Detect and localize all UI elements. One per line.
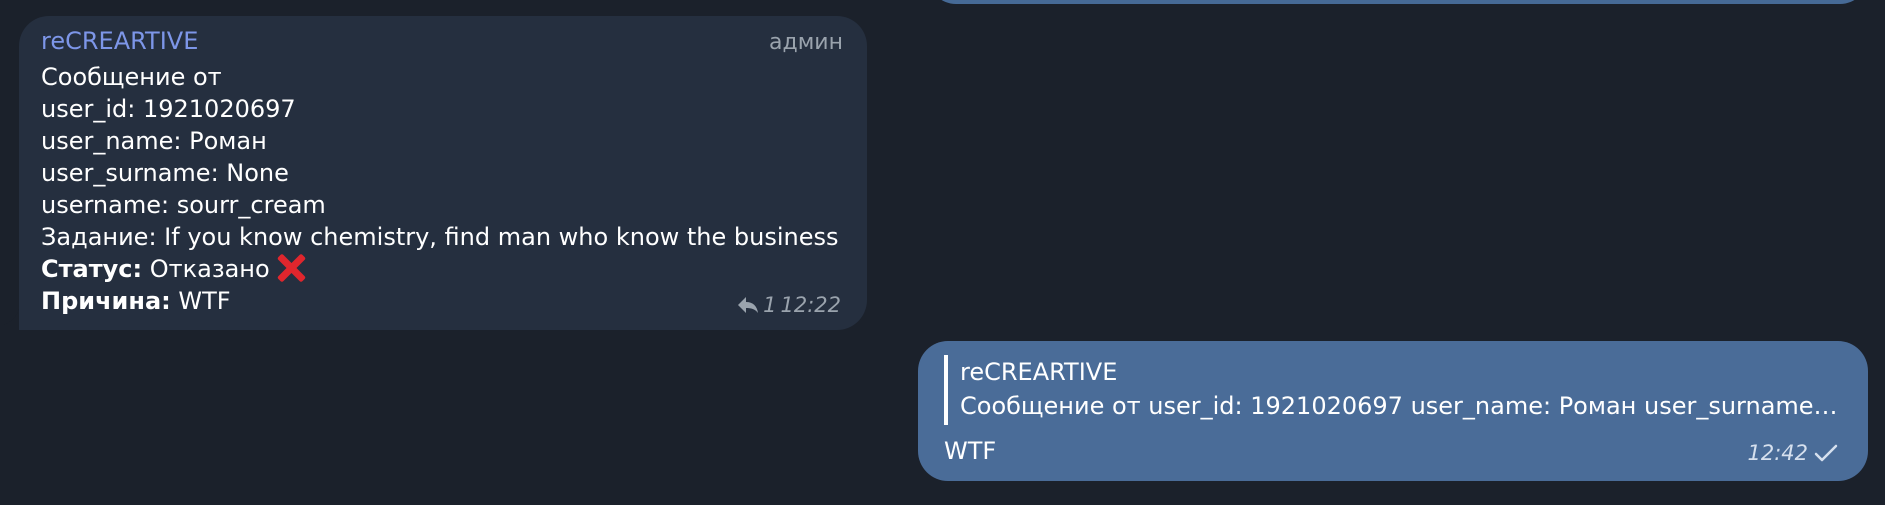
reply-count[interactable]: 1: [763, 293, 776, 317]
cross-mark-icon: [276, 253, 306, 283]
message-line: user_surname: None: [41, 159, 289, 187]
incoming-message-bubble[interactable]: reCREARTIVE админ Сообщение от user_id: …: [19, 16, 867, 330]
status-line: Статус: Отказано: [41, 253, 839, 285]
message-text: Сообщение от user_id: 1921020697 user_na…: [41, 61, 839, 317]
outgoing-message-text: WTF: [944, 437, 997, 465]
sender-role-badge: админ: [769, 30, 843, 55]
message-line: user_name: Роман: [41, 127, 267, 155]
quote-text: Сообщение от user_id: 1921020697 user_na…: [960, 392, 1844, 420]
reply-icon[interactable]: [737, 296, 759, 314]
message-line: Задание: If you know chemistry, find man…: [41, 223, 839, 251]
message-line: username: sourr_cream: [41, 191, 326, 219]
reason-value: WTF: [170, 287, 231, 315]
reason-label: Причина:: [41, 287, 171, 315]
reply-quote[interactable]: reCREARTIVE Сообщение от user_id: 192102…: [944, 355, 1850, 425]
message-line: user_id: 1921020697: [41, 95, 296, 123]
previous-outgoing-bubble-edge: [928, 0, 1868, 4]
outgoing-message-meta: 12:42: [1747, 441, 1838, 465]
sender-name[interactable]: reCREARTIVE: [41, 27, 198, 55]
message-time: 12:42: [1747, 441, 1808, 465]
message-time: 12:22: [780, 293, 841, 317]
status-label: Статус:: [41, 255, 143, 283]
single-check-icon: [1814, 444, 1838, 462]
quote-author: reCREARTIVE: [960, 358, 1118, 386]
status-value: Отказано: [142, 255, 270, 283]
outgoing-message-bubble[interactable]: reCREARTIVE Сообщение от user_id: 192102…: [918, 341, 1868, 481]
incoming-message-meta: 1 12:22: [737, 293, 841, 317]
reason-line: Причина: WTF: [41, 285, 839, 317]
message-line: Сообщение от: [41, 63, 222, 91]
